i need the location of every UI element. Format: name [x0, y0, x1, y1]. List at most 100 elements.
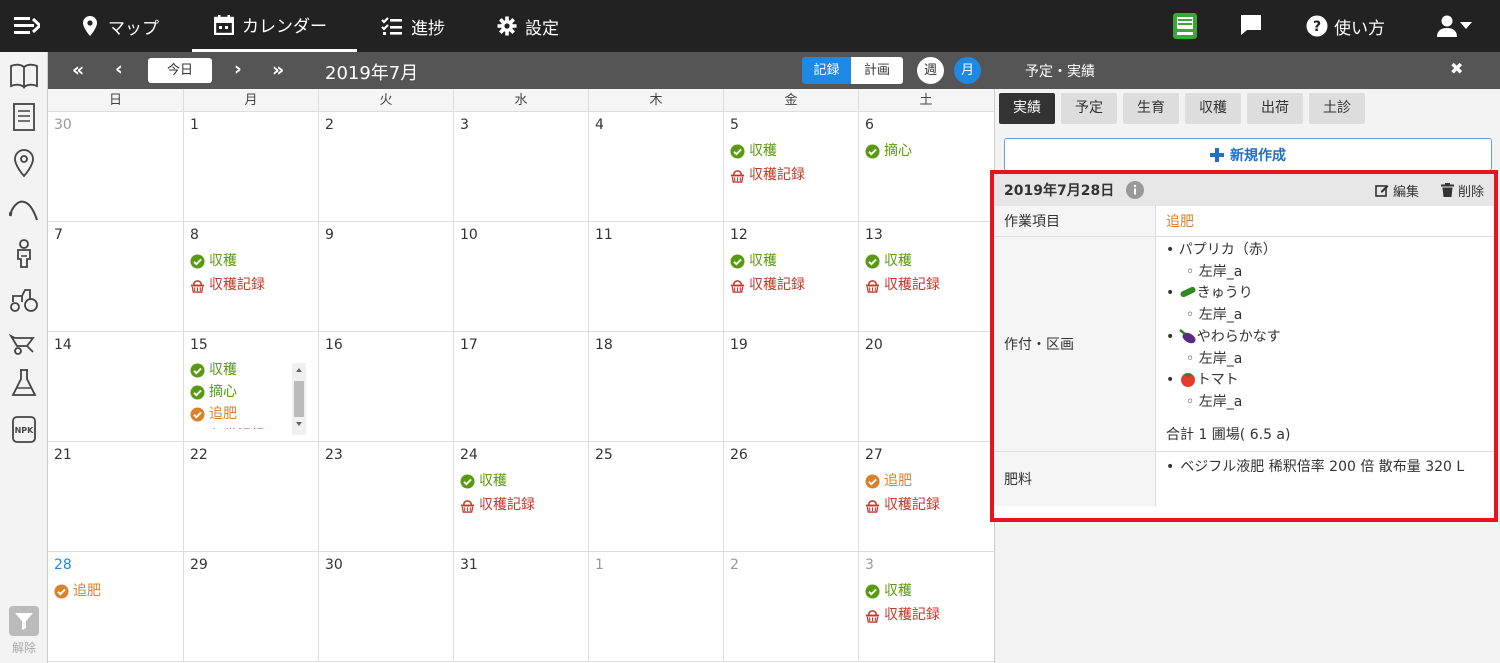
task-event[interactable]: 収穫 [730, 139, 852, 163]
day-cell[interactable]: 2 [318, 112, 453, 221]
day-cell[interactable]: 14 [48, 332, 183, 441]
prev-month-button[interactable]: ‹ [115, 58, 123, 80]
tab-schedule[interactable]: 予定 [1061, 93, 1117, 124]
document-icon[interactable] [9, 102, 39, 132]
harvest-record-event[interactable]: 収穫記録 [730, 273, 852, 297]
wheelbarrow-icon[interactable] [9, 328, 39, 358]
day-cell[interactable]: 25 [588, 442, 723, 551]
plan-toggle[interactable]: 計画 [851, 57, 903, 84]
delete-button[interactable]: 削除 [1440, 181, 1484, 200]
flask-icon[interactable] [9, 368, 39, 398]
day-cell[interactable]: 1 [183, 112, 318, 221]
task-event[interactable]: 収穫 [865, 579, 987, 603]
day-cell[interactable]: 16 [318, 332, 453, 441]
prev-year-button[interactable]: « [72, 59, 84, 81]
task-event[interactable]: 追肥 [190, 403, 305, 425]
chat-icon[interactable] [1240, 14, 1262, 36]
weekday-label: 月 [183, 89, 318, 111]
tab-soil[interactable]: 土診 [1309, 93, 1365, 124]
scroll-down-icon[interactable] [292, 417, 306, 431]
tractor-icon[interactable] [9, 284, 39, 314]
day-cell[interactable]: 22 [183, 442, 318, 551]
day-cell[interactable]: 8 収穫 収穫記録 [183, 222, 318, 331]
today-button[interactable]: 今日 [148, 58, 212, 83]
harvest-record-event[interactable]: 収穫記録 [190, 425, 305, 429]
new-entry-button[interactable]: 新規作成 [1004, 138, 1492, 171]
worker-icon[interactable] [9, 238, 39, 268]
tab-harvest[interactable]: 収穫 [1185, 93, 1241, 124]
day-cell[interactable]: 12 収穫 収穫記録 [723, 222, 858, 331]
task-event[interactable]: 収穫 [730, 249, 852, 273]
user-menu[interactable] [1436, 0, 1472, 52]
record-toggle[interactable]: 記録 [802, 57, 851, 84]
next-month-button[interactable]: › [234, 58, 242, 80]
task-event[interactable]: 収穫 [190, 359, 305, 381]
day-cell[interactable]: 28 追肥 [48, 552, 183, 661]
task-event[interactable]: 収穫 [865, 249, 987, 273]
day-cell[interactable]: 6 摘心 [858, 112, 993, 221]
task-event[interactable]: 追肥 [54, 579, 177, 603]
sickle-icon[interactable] [9, 192, 39, 222]
day-cell[interactable]: 3 収穫 収穫記録 [858, 552, 993, 661]
tab-results[interactable]: 実績 [999, 93, 1055, 124]
day-cell[interactable]: 18 [588, 332, 723, 441]
day-cell[interactable]: 31 [453, 552, 588, 661]
day-cell[interactable]: 11 [588, 222, 723, 331]
day-cell[interactable]: 30 [48, 112, 183, 221]
event-scroll-list[interactable]: 収穫摘心追肥収穫記録 [190, 359, 305, 429]
task-event[interactable]: 収穫 [190, 249, 312, 273]
task-event[interactable]: 摘心 [865, 139, 987, 163]
month-view-button[interactable]: 月 [954, 57, 981, 84]
day-cell[interactable]: 2 [723, 552, 858, 661]
day-cell[interactable]: 5 収穫 収穫記録 [723, 112, 858, 221]
event-scrollbar[interactable] [292, 363, 306, 435]
nav-settings[interactable]: 設定 [497, 0, 559, 52]
harvest-record-event[interactable]: 収穫記録 [865, 603, 987, 627]
task-event[interactable]: 収穫 [460, 469, 582, 493]
field-record-app-icon[interactable] [1172, 12, 1198, 40]
day-cell[interactable]: 15収穫摘心追肥収穫記録 [183, 332, 318, 441]
day-cell[interactable]: 27 追肥 収穫記録 [858, 442, 993, 551]
filter-clear-button[interactable]: 解除 [8, 606, 40, 656]
task-event[interactable]: 摘心 [190, 381, 305, 403]
day-cell[interactable]: 1 [588, 552, 723, 661]
day-cell[interactable]: 9 [318, 222, 453, 331]
scroll-up-icon[interactable] [292, 363, 306, 377]
nav-calendar[interactable]: カレンダー [192, 0, 357, 52]
next-year-button[interactable]: » [272, 59, 284, 81]
tab-growth[interactable]: 生育 [1123, 93, 1179, 124]
day-cell[interactable]: 30 [318, 552, 453, 661]
task-value[interactable]: 追肥 [1156, 206, 1494, 236]
fertilizer-bag-icon[interactable]: NPK [9, 414, 39, 444]
harvest-record-event[interactable]: 収穫記録 [190, 273, 312, 297]
book-icon[interactable] [9, 60, 39, 90]
day-cell[interactable]: 17 [453, 332, 588, 441]
harvest-record-event[interactable]: 収穫記録 [460, 493, 582, 517]
day-cell[interactable]: 19 [723, 332, 858, 441]
nav-progress[interactable]: 進捗 [381, 0, 445, 52]
week-view-button[interactable]: 週 [917, 57, 944, 84]
location-pin-icon[interactable] [9, 148, 39, 178]
day-cell[interactable]: 13 収穫 収穫記録 [858, 222, 993, 331]
nav-map[interactable]: マップ [80, 0, 159, 52]
close-panel-button[interactable]: ✖ [1450, 59, 1463, 78]
day-cell[interactable]: 4 [588, 112, 723, 221]
harvest-record-event[interactable]: 収穫記録 [865, 493, 987, 517]
day-cell[interactable]: 20 [858, 332, 993, 441]
day-cell[interactable]: 29 [183, 552, 318, 661]
tab-shipping[interactable]: 出荷 [1247, 93, 1303, 124]
harvest-record-event[interactable]: 収穫記録 [865, 273, 987, 297]
day-cell[interactable]: 10 [453, 222, 588, 331]
help-button[interactable]: ? 使い方 [1306, 0, 1385, 52]
day-cell[interactable]: 23 [318, 442, 453, 551]
day-cell[interactable]: 7 [48, 222, 183, 331]
day-cell[interactable]: 3 [453, 112, 588, 221]
task-event[interactable]: 追肥 [865, 469, 987, 493]
day-cell[interactable]: 26 [723, 442, 858, 551]
day-cell[interactable]: 21 [48, 442, 183, 551]
info-icon[interactable] [1126, 181, 1145, 199]
menu-toggle-icon[interactable] [14, 14, 40, 38]
edit-button[interactable]: 編集 [1375, 181, 1419, 200]
harvest-record-event[interactable]: 収穫記録 [730, 163, 852, 187]
day-cell[interactable]: 24 収穫 収穫記録 [453, 442, 588, 551]
